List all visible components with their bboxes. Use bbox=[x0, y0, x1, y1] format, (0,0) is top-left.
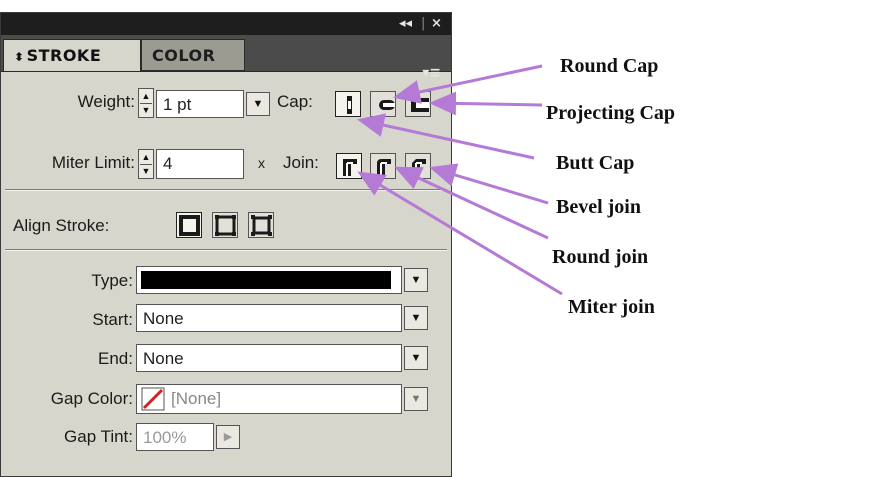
end-dropdown-button[interactable]: ▼ bbox=[404, 346, 428, 370]
tab-color[interactable]: COLOR bbox=[141, 39, 245, 71]
align-outside-icon bbox=[251, 215, 272, 236]
callout-bevel-join: Bevel join bbox=[556, 196, 641, 218]
chevron-down-icon: ▼ bbox=[252, 98, 264, 110]
chevron-down-icon: ▼ bbox=[410, 393, 422, 405]
gap-color-label: Gap Color: bbox=[50, 389, 133, 408]
round-cap-button[interactable] bbox=[370, 91, 396, 117]
miter-limit-input[interactable]: 4 bbox=[156, 149, 244, 179]
stepper-down-icon[interactable]: ▼ bbox=[140, 103, 152, 117]
butt-cap-button[interactable] bbox=[335, 91, 361, 117]
chevron-down-icon: ▼ bbox=[410, 274, 422, 286]
callout-projecting-cap: Projecting Cap bbox=[546, 102, 676, 124]
start-select[interactable]: None bbox=[136, 304, 402, 332]
miter-unit-label: x bbox=[258, 155, 265, 171]
callout-miter-join: Miter join bbox=[568, 296, 655, 318]
none-swatch-icon bbox=[141, 387, 165, 411]
panel-titlebar: ◂◂ | × bbox=[1, 13, 451, 35]
stepper-up-icon[interactable]: ▲ bbox=[140, 151, 152, 164]
gap-color-value: [None] bbox=[171, 389, 222, 408]
stepper-up-icon[interactable]: ▲ bbox=[140, 90, 152, 103]
gap-color-dropdown-button[interactable]: ▼ bbox=[404, 387, 428, 411]
miter-limit-label: Miter Limit: bbox=[51, 153, 135, 172]
projecting-cap-button[interactable] bbox=[405, 91, 431, 117]
gap-color-select[interactable]: [None] bbox=[136, 384, 402, 414]
miter-join-icon bbox=[343, 159, 357, 176]
cap-label: Cap: bbox=[277, 92, 313, 111]
align-inside-icon bbox=[215, 215, 236, 236]
butt-cap-icon bbox=[347, 96, 352, 114]
callout-round-cap: Round Cap bbox=[560, 55, 659, 77]
gap-tint-input[interactable]: 100% bbox=[136, 423, 214, 451]
miter-join-button[interactable] bbox=[336, 153, 362, 179]
miter-limit-stepper[interactable]: ▲ ▼ bbox=[138, 149, 154, 179]
align-outside-button[interactable] bbox=[248, 212, 274, 238]
align-stroke-label: Align Stroke: bbox=[13, 216, 110, 235]
panel-tabstrip: ⬍ STROKE COLOR ▾≡ bbox=[1, 35, 451, 81]
align-inside-button[interactable] bbox=[212, 212, 238, 238]
type-label: Type: bbox=[91, 271, 133, 290]
section-divider bbox=[5, 249, 447, 251]
titlebar-separator: | bbox=[421, 16, 426, 31]
stroke-panel: ◂◂ | × ⬍ STROKE COLOR ▾≡ Weight: ▲ ▼ 1 pt… bbox=[0, 12, 452, 477]
solid-line-swatch bbox=[141, 271, 391, 289]
gap-tint-label: Gap Tint: bbox=[64, 427, 133, 446]
collapse-icon[interactable]: ◂◂ bbox=[399, 16, 412, 31]
tab-stroke[interactable]: ⬍ STROKE bbox=[3, 39, 141, 71]
align-center-icon bbox=[179, 215, 200, 236]
close-icon[interactable]: × bbox=[431, 16, 442, 31]
section-divider bbox=[5, 189, 447, 191]
round-cap-icon bbox=[379, 100, 395, 110]
weight-input[interactable]: 1 pt bbox=[156, 90, 244, 118]
end-select[interactable]: None bbox=[136, 344, 402, 372]
bevel-join-icon bbox=[412, 159, 426, 176]
join-label: Join: bbox=[283, 153, 319, 172]
gap-tint-slider-button[interactable]: ▶ bbox=[216, 425, 240, 449]
callout-butt-cap: Butt Cap bbox=[556, 152, 635, 174]
tab-collapse-arrows-icon: ⬍ bbox=[14, 50, 25, 64]
bevel-join-button[interactable] bbox=[405, 153, 431, 179]
weight-stepper[interactable]: ▲ ▼ bbox=[138, 88, 154, 118]
projecting-cap-icon bbox=[411, 98, 429, 112]
start-dropdown-button[interactable]: ▼ bbox=[404, 306, 428, 330]
weight-dropdown-button[interactable]: ▼ bbox=[246, 92, 270, 116]
tab-stroke-label: STROKE bbox=[26, 46, 102, 65]
weight-label: Weight: bbox=[77, 92, 135, 111]
tab-color-label: COLOR bbox=[152, 46, 216, 65]
align-center-button[interactable] bbox=[176, 212, 202, 238]
type-dropdown-button[interactable]: ▼ bbox=[404, 268, 428, 292]
chevron-down-icon: ▼ bbox=[410, 312, 422, 324]
chevron-down-icon: ▼ bbox=[410, 352, 422, 364]
end-label: End: bbox=[98, 349, 133, 368]
panel-menu-icon[interactable]: ▾≡ bbox=[422, 65, 441, 81]
stepper-down-icon[interactable]: ▼ bbox=[140, 164, 152, 178]
type-select[interactable] bbox=[136, 266, 402, 294]
callout-round-join: Round join bbox=[552, 246, 649, 268]
chevron-right-icon: ▶ bbox=[223, 431, 233, 443]
round-join-icon bbox=[377, 159, 391, 176]
round-join-button[interactable] bbox=[370, 153, 396, 179]
start-label: Start: bbox=[92, 310, 133, 329]
